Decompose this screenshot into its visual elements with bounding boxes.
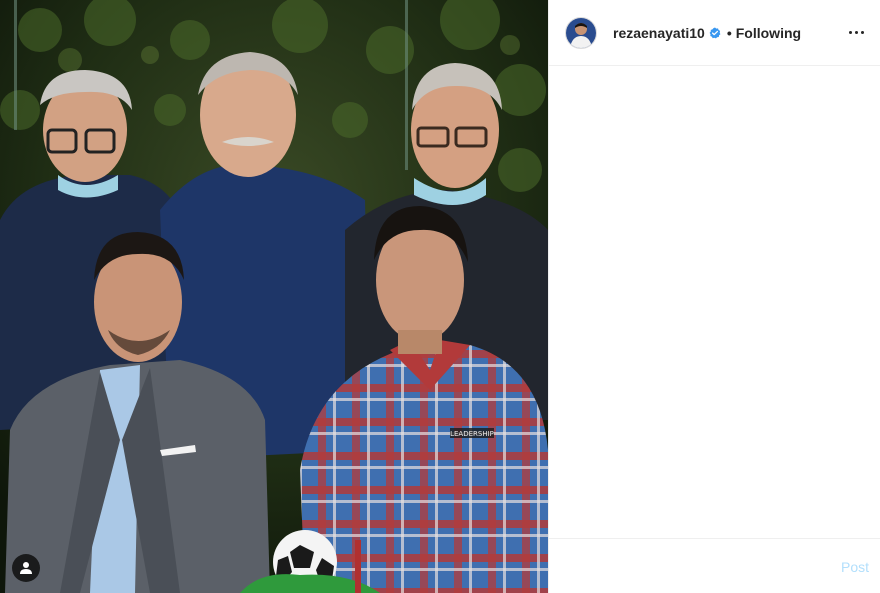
add-comment-bar: Post — [549, 538, 880, 593]
avatar-image — [566, 17, 596, 48]
avatar[interactable] — [565, 16, 597, 49]
user-tag-button[interactable] — [12, 554, 40, 582]
post-comment-button[interactable]: Post — [841, 559, 869, 575]
comment-input[interactable] — [565, 558, 841, 574]
username-link[interactable]: rezaenayati10 — [613, 25, 705, 41]
post-side-panel: rezaenayati10 • Following Post — [548, 0, 880, 593]
instagram-post: LEADERSHIP rezaenayati10 • Following Pos… — [0, 0, 880, 593]
comments-area[interactable] — [549, 67, 880, 537]
following-button[interactable]: Following — [736, 25, 801, 41]
post-header: rezaenayati10 • Following — [549, 0, 880, 66]
more-horizontal-icon-dot — [860, 30, 864, 34]
group-photo-illustration: LEADERSHIP — [0, 0, 548, 593]
separator-dot: • — [726, 24, 732, 41]
more-horizontal-icon-dot — [854, 30, 858, 34]
more-options-button[interactable] — [846, 22, 866, 42]
more-horizontal-icon — [848, 30, 852, 34]
post-photo[interactable]: LEADERSHIP — [0, 0, 548, 593]
verified-badge-icon — [709, 27, 721, 38]
user-tag-icon — [20, 562, 32, 574]
shirt-text: LEADERSHIP — [450, 430, 494, 438]
